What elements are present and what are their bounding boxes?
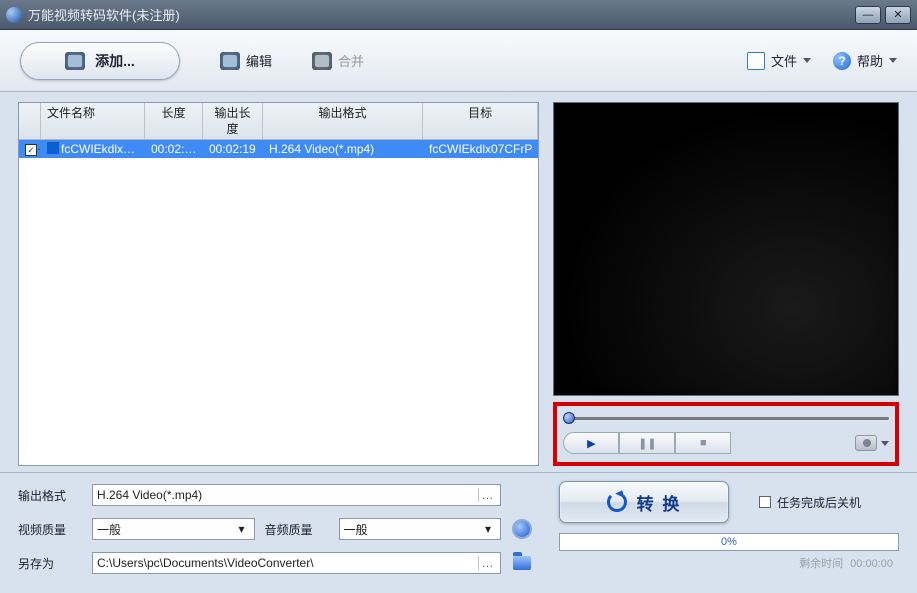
convert-panel: 转 换 任务完成后关机 0% 剩余时间 00:00:00 [559,481,899,577]
edit-label: 编辑 [246,51,272,70]
camera-icon [855,435,877,451]
video-preview[interactable] [553,102,899,396]
toolbar: 添加... 编辑 合并 文件 ? 帮助 [0,30,917,92]
row-checkbox[interactable]: ✓ [25,144,37,156]
format-browse-button[interactable]: … [478,488,496,502]
add-file-icon [65,52,85,70]
help-menu-label: 帮助 [857,51,883,70]
snapshot-button[interactable] [855,435,889,451]
cell-target: fcCWIEkdlx07CFrP [423,140,538,158]
col-out-duration[interactable]: 输出长度 [203,103,263,139]
playback-controls: ▶ ❚❚ ■ [563,432,889,454]
cell-out-format: H.264 Video(*.mp4) [263,140,423,158]
shutdown-checkbox[interactable] [759,496,771,508]
settings-button[interactable] [511,518,533,540]
merge-icon [312,52,332,70]
chevron-down-icon[interactable]: ▾ [480,522,496,536]
file-menu[interactable]: 文件 [747,51,811,70]
chevron-down-icon [803,58,811,63]
col-target[interactable]: 目标 [423,103,538,139]
col-out-format[interactable]: 输出格式 [263,103,423,139]
remain-value: 00:00:00 [850,558,893,570]
format-value: H.264 Video(*.mp4) [97,488,202,502]
convert-button-label: 转 换 [637,490,682,515]
format-label: 输出格式 [18,487,82,504]
convert-button[interactable]: 转 换 [559,481,729,523]
add-button-label: 添加... [95,51,135,71]
output-options: 输出格式 H.264 Video(*.mp4) … 视频质量 一般 ▾ 音频质量… [18,481,539,577]
audio-quality-combo[interactable]: 一般 ▾ [339,518,502,540]
remaining-time: 剩余时间 00:00:00 [559,555,899,571]
folder-icon [513,556,531,570]
video-file-icon [47,142,59,154]
chevron-down-icon [889,58,897,63]
window-title: 万能视频转码软件(未注册) [28,5,855,24]
col-duration[interactable]: 长度 [145,103,203,139]
video-quality-combo[interactable]: 一般 ▾ [92,518,255,540]
progress-bar: 0% [559,533,899,551]
merge-button[interactable]: 合并 [312,51,364,70]
playback-area-highlight: ▶ ❚❚ ■ [553,402,899,466]
help-menu[interactable]: ? 帮助 [833,51,897,70]
close-button[interactable]: ✕ [885,6,911,24]
open-folder-button[interactable] [511,552,533,574]
file-icon [747,52,765,70]
merge-label: 合并 [338,51,364,70]
convert-icon [607,492,627,512]
edit-icon [220,52,240,70]
stop-button[interactable]: ■ [675,432,731,454]
col-checkbox [19,103,41,139]
add-button[interactable]: 添加... [20,42,180,80]
cell-out-duration: 00:02:19 [203,140,263,158]
bottom-panel: 输出格式 H.264 Video(*.mp4) … 视频质量 一般 ▾ 音频质量… [0,472,917,589]
gear-icon [514,521,530,537]
cell-duration: 00:02:19 [145,140,203,158]
title-bar: 万能视频转码软件(未注册) — ✕ [0,0,917,30]
help-icon: ? [833,52,851,70]
table-row[interactable]: ✓ fcCWIEkdlx07CF 00:02:19 00:02:19 H.264… [19,140,538,158]
file-menu-label: 文件 [771,51,797,70]
video-quality-label: 视频质量 [18,521,82,538]
remain-label: 剩余时间 [799,558,843,570]
save-as-label: 另存为 [18,555,82,572]
progress-text: 0% [560,534,898,550]
save-browse-button[interactable]: … [478,556,496,570]
save-path-field[interactable]: C:\Users\pc\Documents\VideoConverter\ … [92,552,501,574]
seek-slider[interactable] [563,412,889,424]
file-list: 文件名称 长度 输出长度 输出格式 目标 ✓ fcCWIEkdlx07CF 00… [18,102,539,466]
chevron-down-icon[interactable]: ▾ [234,522,250,536]
col-filename[interactable]: 文件名称 [41,103,145,139]
app-icon [6,7,22,23]
shutdown-label: 任务完成后关机 [777,494,861,511]
list-header: 文件名称 长度 输出长度 输出格式 目标 [19,103,538,140]
play-button[interactable]: ▶ [563,432,619,454]
preview-pane: ▶ ❚❚ ■ [553,102,899,466]
audio-quality-value: 一般 [344,521,368,538]
minimize-button[interactable]: — [855,6,881,24]
pause-button[interactable]: ❚❚ [619,432,675,454]
shutdown-checkbox-wrap: 任务完成后关机 [759,494,861,511]
cell-filename: fcCWIEkdlx07CF [61,142,145,156]
format-combo[interactable]: H.264 Video(*.mp4) … [92,484,501,506]
save-path-value: C:\Users\pc\Documents\VideoConverter\ [97,556,314,570]
chevron-down-icon [881,441,889,446]
video-quality-value: 一般 [97,521,121,538]
seek-thumb[interactable] [563,412,575,424]
edit-button[interactable]: 编辑 [220,51,272,70]
audio-quality-label: 音频质量 [265,521,329,538]
